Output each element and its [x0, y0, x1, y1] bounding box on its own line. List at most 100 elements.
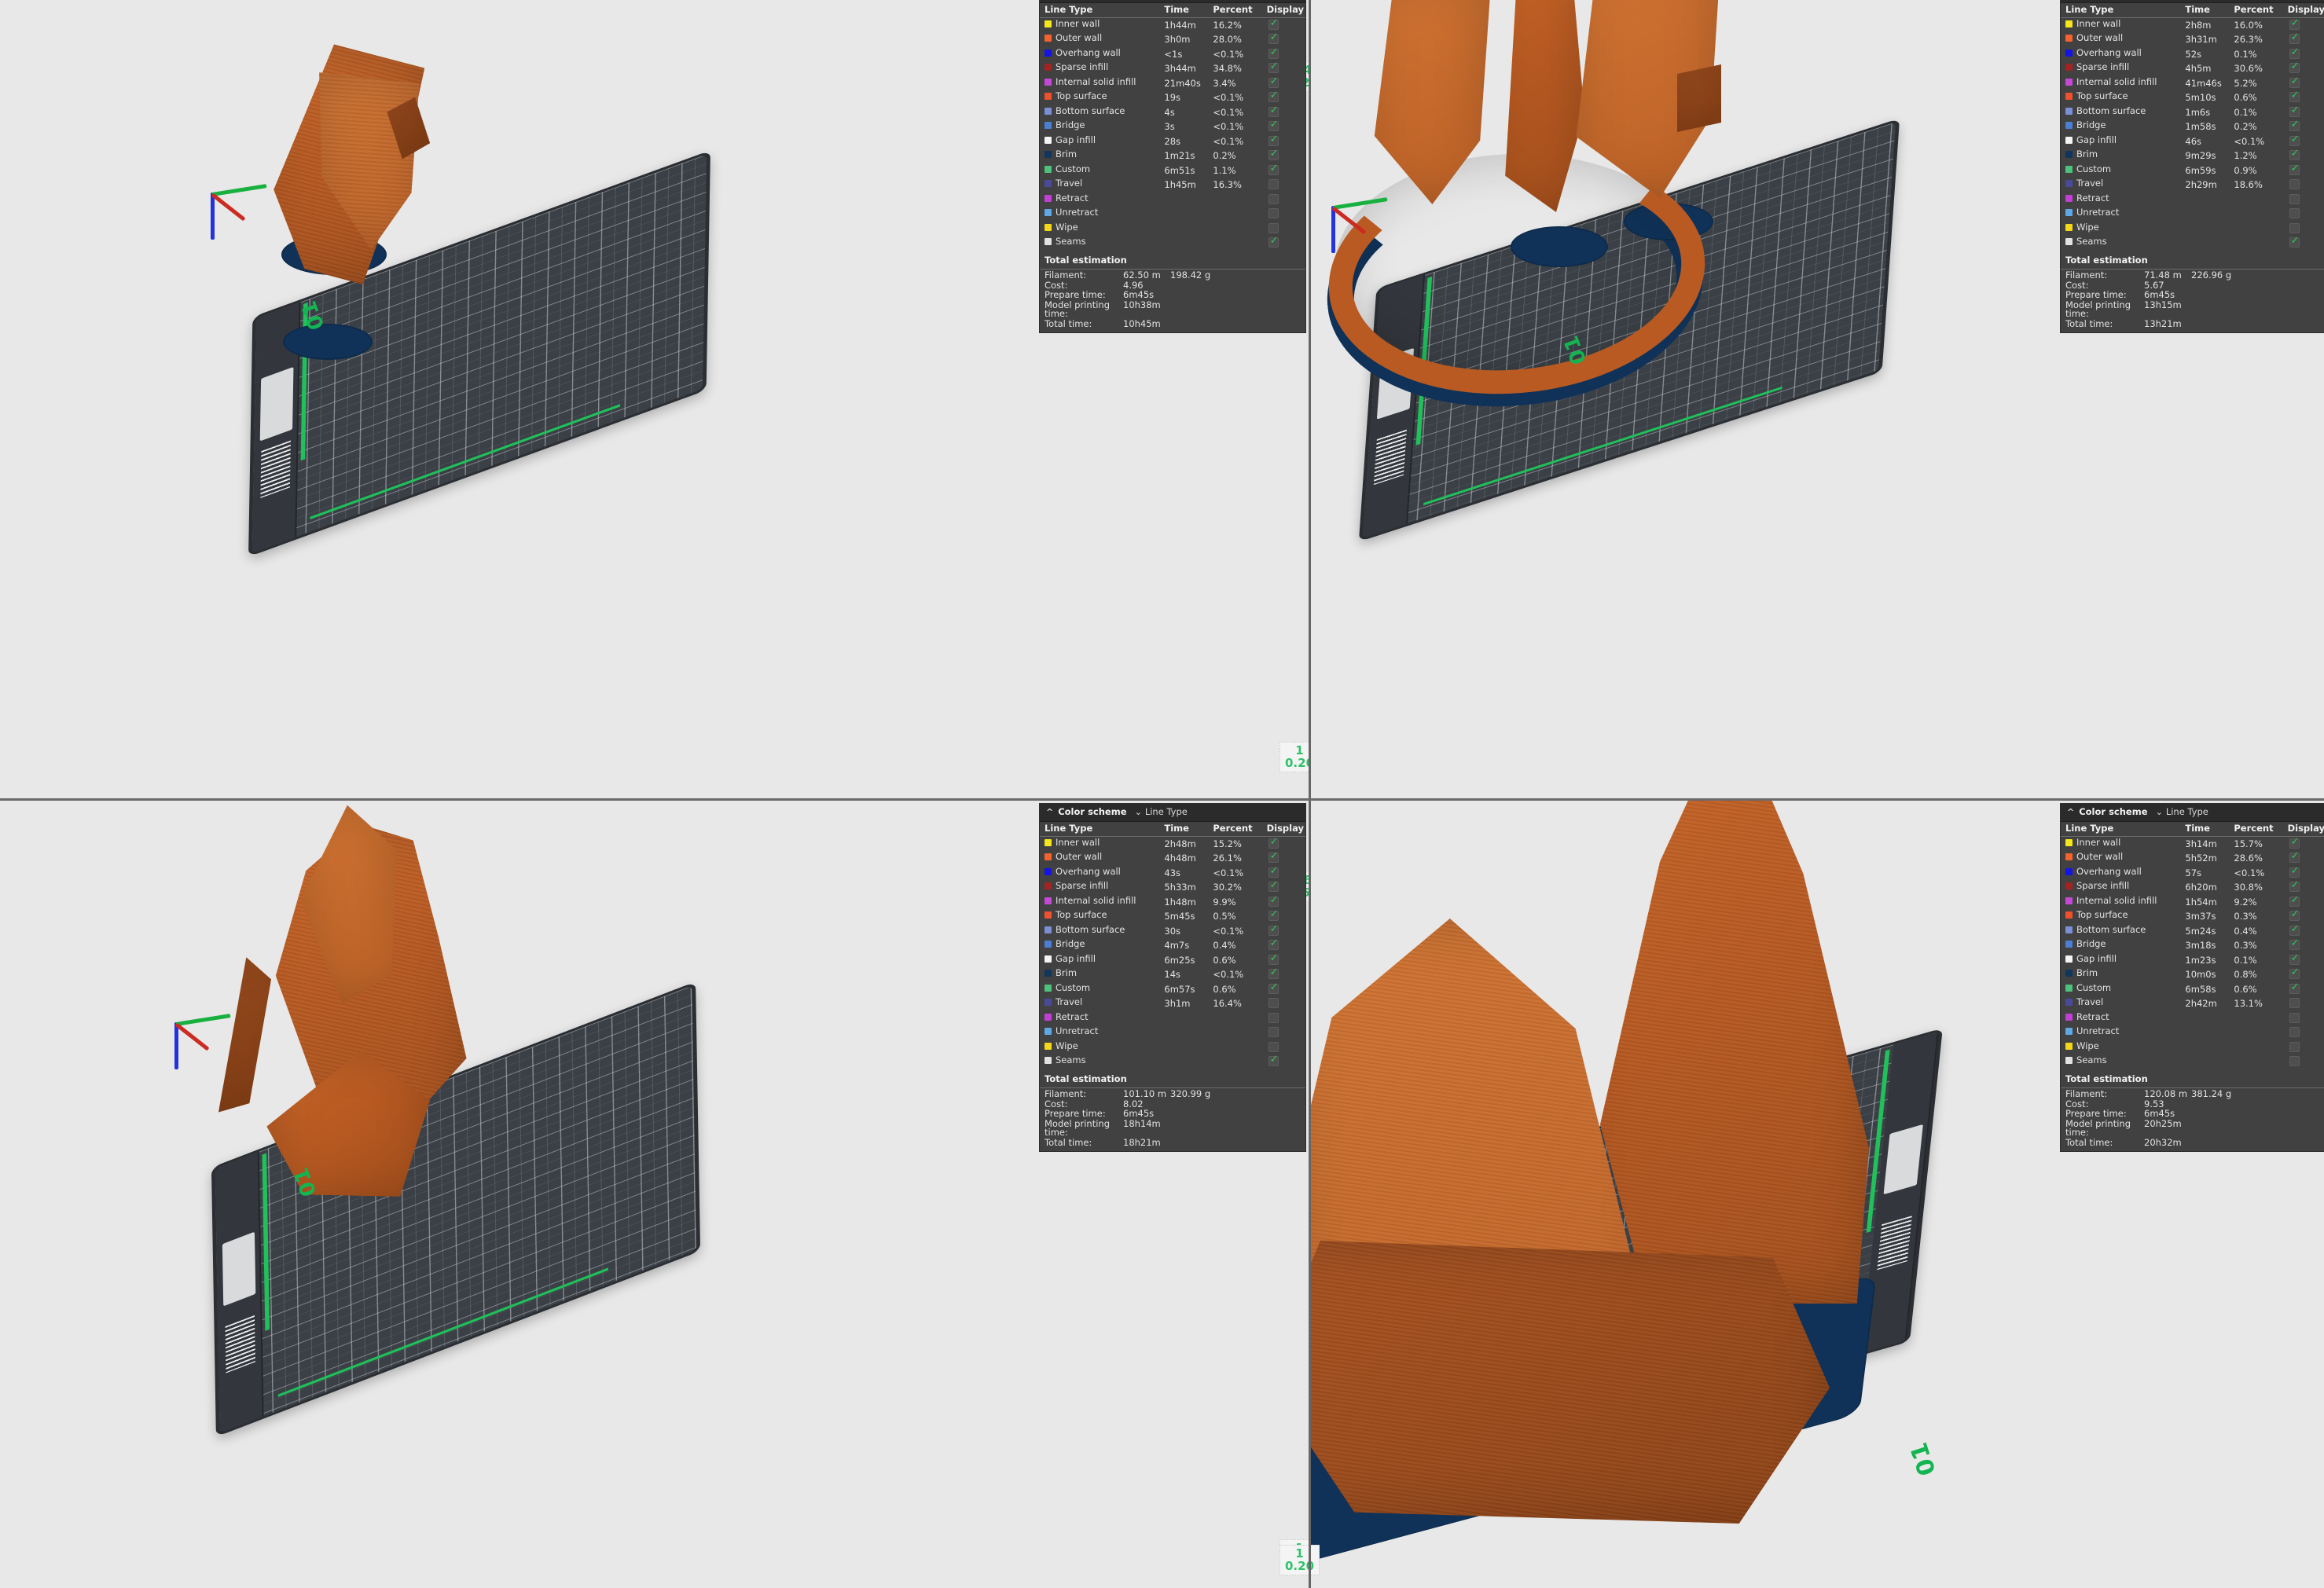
legend-row-display[interactable]	[1254, 32, 1305, 48]
layer-slider-bottom-value[interactable]: 1 0.20	[1279, 742, 1309, 773]
legend-row-display[interactable]	[1254, 47, 1305, 62]
legend-row-display[interactable]	[1254, 909, 1305, 925]
display-checkbox[interactable]	[1268, 982, 1279, 994]
legend-row-display[interactable]	[1254, 866, 1305, 881]
legend-row[interactable]: Retract	[2061, 1011, 2324, 1026]
display-checkbox[interactable]	[2289, 924, 2300, 936]
display-checkbox[interactable]	[1268, 179, 1279, 189]
viewport-bottom-right[interactable]: 01 ^ Color scheme ⌄ Line Type Line Type …	[1311, 801, 2324, 1588]
display-checkbox[interactable]	[1268, 1027, 1279, 1037]
legend-row[interactable]: Retract	[2061, 193, 2324, 207]
legend-row[interactable]: Overhang wall <1s <0.1%	[1040, 47, 1305, 62]
legend-row[interactable]: Travel 3h1m 16.4%	[1040, 997, 1305, 1012]
legend-row[interactable]: Wipe	[2061, 1040, 2324, 1055]
legend-row[interactable]: Sparse infill 6h20m 30.8%	[2061, 880, 2324, 896]
display-checkbox[interactable]	[2289, 76, 2300, 88]
legend-row[interactable]: Seams	[2061, 236, 2324, 251]
legend-row[interactable]: Custom 6m51s 1.1%	[1040, 163, 1305, 178]
legend-row[interactable]: Sparse infill 5h33m 30.2%	[1040, 880, 1305, 896]
display-checkbox[interactable]	[2289, 998, 2300, 1008]
legend-row-display[interactable]	[2275, 163, 2324, 178]
display-checkbox[interactable]	[1268, 953, 1279, 965]
legend-row-display[interactable]	[2275, 1055, 2324, 1070]
display-checkbox[interactable]	[2289, 119, 2300, 131]
printed-model-skirt[interactable]	[1311, 1241, 1830, 1524]
legend-row-display[interactable]	[2275, 880, 2324, 896]
display-checkbox[interactable]	[1268, 866, 1279, 878]
legend-row-display[interactable]	[1254, 953, 1305, 968]
legend-row-display[interactable]	[1254, 924, 1305, 939]
legend-header[interactable]: ^ Color scheme ⌄ Line Type	[2061, 804, 2324, 822]
legend-row[interactable]: Sparse infill 3h44m 34.8%	[1040, 61, 1305, 77]
legend-row[interactable]: Overhang wall 52s 0.1%	[2061, 47, 2324, 62]
legend-row[interactable]: Custom 6m57s 0.6%	[1040, 982, 1305, 997]
legend-row[interactable]: Brim 9m29s 1.2%	[2061, 149, 2324, 164]
legend-row[interactable]: Overhang wall 43s <0.1%	[1040, 866, 1305, 881]
printed-model-strut[interactable]	[218, 956, 274, 1117]
display-checkbox[interactable]	[2289, 18, 2300, 30]
display-checkbox[interactable]	[1268, 895, 1279, 907]
legend-row-display[interactable]	[2275, 178, 2324, 193]
legend-row[interactable]: Brim 14s <0.1%	[1040, 967, 1305, 983]
legend-row-display[interactable]	[2275, 866, 2324, 881]
display-checkbox[interactable]	[2289, 1056, 2300, 1066]
legend-row-display[interactable]	[2275, 119, 2324, 135]
legend-row-display[interactable]	[2275, 938, 2324, 954]
display-checkbox[interactable]	[2289, 90, 2300, 102]
display-checkbox[interactable]	[2289, 193, 2300, 204]
legend-header[interactable]: ^ Color scheme ⌄ Line Type	[1040, 804, 1305, 822]
legend-row-display[interactable]	[1254, 90, 1305, 106]
legend-row-display[interactable]	[2275, 924, 2324, 939]
legend-row-display[interactable]	[1254, 1054, 1305, 1070]
legend-row[interactable]: Unretract	[1040, 1026, 1305, 1041]
display-checkbox[interactable]	[2289, 32, 2300, 44]
legend-row-display[interactable]	[2275, 32, 2324, 48]
display-checkbox[interactable]	[2289, 953, 2300, 965]
legend-row[interactable]: Seams	[1040, 1054, 1305, 1070]
display-checkbox[interactable]	[2289, 208, 2300, 218]
legend-row[interactable]: Top surface 3m37s 0.3%	[2061, 909, 2324, 925]
legend-row[interactable]: Bridge 3m18s 0.3%	[2061, 938, 2324, 954]
legend-row[interactable]: Internal solid infill 1h48m 9.9%	[1040, 895, 1305, 910]
legend-row-display[interactable]	[1254, 1040, 1305, 1055]
legend-row[interactable]: Outer wall 3h31m 26.3%	[2061, 32, 2324, 48]
legend-row[interactable]: Bottom surface 5m24s 0.4%	[2061, 924, 2324, 939]
legend-panel[interactable]: ^ Color scheme ⌄ Line Type Line Type Tim…	[2060, 803, 2324, 1152]
display-checkbox[interactable]	[2289, 880, 2300, 892]
legend-row-display[interactable]	[2275, 134, 2324, 149]
legend-row-display[interactable]	[1254, 163, 1305, 178]
display-checkbox[interactable]	[2289, 149, 2300, 160]
legend-row-display[interactable]	[2275, 837, 2324, 852]
legend-row[interactable]: Retract	[1040, 193, 1305, 207]
display-checkbox[interactable]	[1268, 90, 1279, 102]
display-checkbox[interactable]	[2289, 134, 2300, 146]
legend-row-display[interactable]	[2275, 1040, 2324, 1055]
legend-row[interactable]: Bottom surface 30s <0.1%	[1040, 924, 1305, 939]
chevron-up-icon[interactable]: ^	[2067, 808, 2074, 816]
legend-row-display[interactable]	[2275, 61, 2324, 77]
legend-row-display[interactable]	[2275, 222, 2324, 237]
viewport-top-left[interactable]: 01 3064 245.24 1 0.20 ^ Color scheme ⌄ L…	[0, 0, 1309, 798]
display-checkbox[interactable]	[2289, 163, 2300, 175]
legend-row-display[interactable]	[1254, 1011, 1305, 1026]
legend-row[interactable]: Wipe	[1040, 222, 1305, 237]
display-checkbox[interactable]	[2289, 866, 2300, 878]
legend-row-display[interactable]	[2275, 18, 2324, 33]
legend-row[interactable]: Custom 6m58s 0.6%	[2061, 982, 2324, 997]
legend-row-display[interactable]	[1254, 938, 1305, 954]
display-checkbox[interactable]	[2289, 105, 2300, 117]
legend-row[interactable]: Top surface 19s <0.1%	[1040, 90, 1305, 106]
legend-row[interactable]: Unretract	[1040, 207, 1305, 222]
display-checkbox[interactable]	[2289, 895, 2300, 907]
legend-row[interactable]: Unretract	[2061, 1026, 2324, 1041]
legend-row-display[interactable]	[1254, 18, 1305, 33]
legend-row-display[interactable]	[1254, 982, 1305, 997]
legend-row-display[interactable]	[1254, 895, 1305, 910]
display-checkbox[interactable]	[1268, 47, 1279, 59]
display-checkbox[interactable]	[1268, 909, 1279, 921]
display-checkbox[interactable]	[1268, 880, 1279, 892]
legend-row-display[interactable]	[2275, 47, 2324, 62]
display-checkbox[interactable]	[1268, 119, 1279, 131]
display-checkbox[interactable]	[1268, 998, 1279, 1008]
legend-row-display[interactable]	[2275, 193, 2324, 207]
